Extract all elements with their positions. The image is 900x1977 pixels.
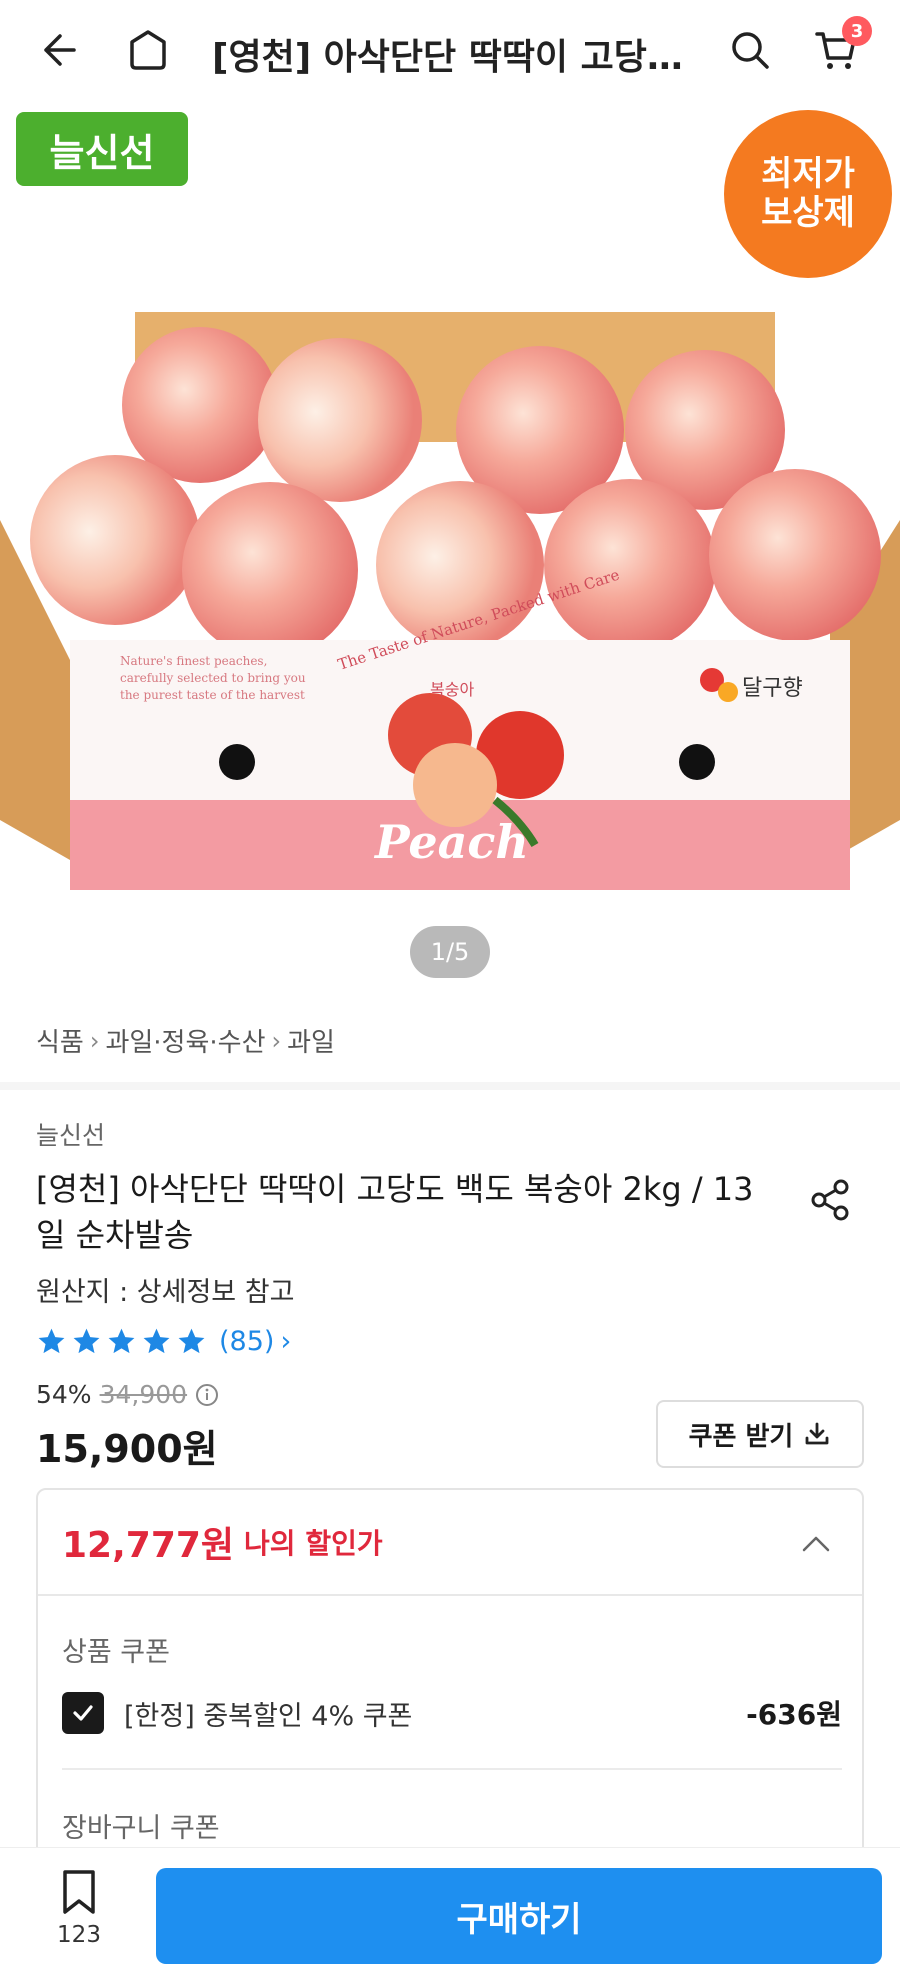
box-side-text-2: carefully selected to bring you: [120, 671, 306, 685]
lowest-price-badge-line1: 최저가: [761, 153, 855, 194]
box-side-text-3: the purest taste of the harvest: [120, 688, 305, 702]
download-icon: [805, 1422, 829, 1445]
share-icon: [811, 1179, 849, 1221]
seller-badge: 늘신선: [16, 112, 188, 186]
star-icon: [108, 1328, 135, 1354]
cart-coupon-label: 장바구니 쿠폰: [62, 1813, 220, 1844]
bottom-action-bar: 123 구매하기: [0, 1847, 900, 1977]
cart-count-badge: 3: [842, 16, 872, 46]
star-icon: [178, 1328, 205, 1354]
lowest-price-badge-line2: 보상제: [761, 193, 855, 233]
my-discount-price: 12,777원: [62, 1525, 235, 1566]
breadcrumb-item[interactable]: 식품: [36, 1022, 84, 1059]
panel-divider: [62, 1768, 842, 1770]
box-brand-text: 달구향: [742, 676, 803, 701]
star-icon: [143, 1328, 170, 1354]
breadcrumb-item[interactable]: 과일: [287, 1022, 335, 1059]
image-counter: 1/5: [410, 926, 490, 978]
chevron-right-icon: ›: [89, 1026, 100, 1055]
section-divider: [0, 1082, 900, 1090]
breadcrumb-item[interactable]: 과일·정육·수산: [105, 1022, 265, 1059]
seller-name[interactable]: 늘신선: [36, 1116, 105, 1152]
product-coupon-label: 상품 쿠폰: [62, 1637, 170, 1668]
back-button[interactable]: [30, 22, 86, 78]
bookmark-count: 123: [57, 1922, 101, 1948]
my-discount-label: 나의 할인가: [244, 1527, 383, 1560]
coupon-amount: -636원: [746, 1698, 842, 1731]
my-discount-header[interactable]: 12,777원 나의 할인가: [38, 1490, 862, 1596]
product-title: [영천] 아삭단단 딱딱이 고당도 백도 복숭아 2kg / 13일 순차발송: [36, 1170, 754, 1254]
origin-info: 원산지 : 상세정보 참고: [36, 1277, 295, 1308]
home-button[interactable]: [120, 22, 176, 78]
product-image-carousel[interactable]: Nature's finest peaches, carefully selec…: [0, 100, 900, 1000]
chevron-right-icon: ›: [280, 1326, 292, 1357]
bookmark-icon: [63, 1870, 95, 1914]
my-discount-panel: 12,777원 나의 할인가 상품 쿠폰 [한정] 중복할인 4% 쿠폰 -63…: [36, 1488, 864, 1868]
back-arrow-icon: [44, 34, 76, 66]
get-coupon-label: 쿠폰 받기: [688, 1421, 794, 1452]
original-price: 34,900: [99, 1380, 188, 1409]
box-peach-text: Peach: [373, 815, 529, 869]
search-button[interactable]: [722, 22, 778, 78]
top-app-bar: [영천] 아삭단단 딱딱이 고당도 … 3: [0, 0, 900, 100]
sale-price: 15,900원: [36, 1427, 218, 1471]
lowest-price-badge: 최저가 보상제: [724, 110, 892, 278]
box-side-text-1: Nature's finest peaches,: [120, 654, 267, 668]
breadcrumb: 식품 › 과일·정육·수산 › 과일: [36, 1022, 335, 1059]
star-icon: [38, 1328, 65, 1354]
check-icon: [73, 1705, 93, 1721]
coupon-checkbox[interactable]: [62, 1692, 104, 1734]
get-coupon-button[interactable]: 쿠폰 받기: [656, 1400, 864, 1468]
page-title: [영천] 아삭단단 딱딱이 고당도 …: [212, 37, 692, 78]
home-icon: [130, 30, 166, 70]
search-icon: [732, 32, 769, 69]
coupon-name: [한정] 중복할인 4% 쿠폰: [124, 1700, 413, 1732]
buy-button[interactable]: 구매하기: [156, 1868, 882, 1964]
box-korean-text: 복숭아: [430, 680, 474, 699]
share-button[interactable]: [802, 1172, 858, 1228]
review-count-link[interactable]: (85): [219, 1326, 274, 1357]
discount-rate: 54%: [36, 1380, 92, 1409]
star-icon: [73, 1328, 100, 1354]
coupon-row[interactable]: [한정] 중복할인 4% 쿠폰 -636원: [62, 1690, 842, 1736]
info-icon[interactable]: [195, 1383, 219, 1407]
cart-button[interactable]: 3: [808, 16, 872, 78]
chevron-up-icon[interactable]: [798, 1526, 834, 1562]
discount-line: 54% 34,900: [36, 1380, 219, 1409]
bookmark-button[interactable]: 123: [42, 1868, 116, 1964]
chevron-right-icon: ›: [271, 1026, 282, 1055]
rating[interactable]: (85) ›: [36, 1326, 291, 1357]
